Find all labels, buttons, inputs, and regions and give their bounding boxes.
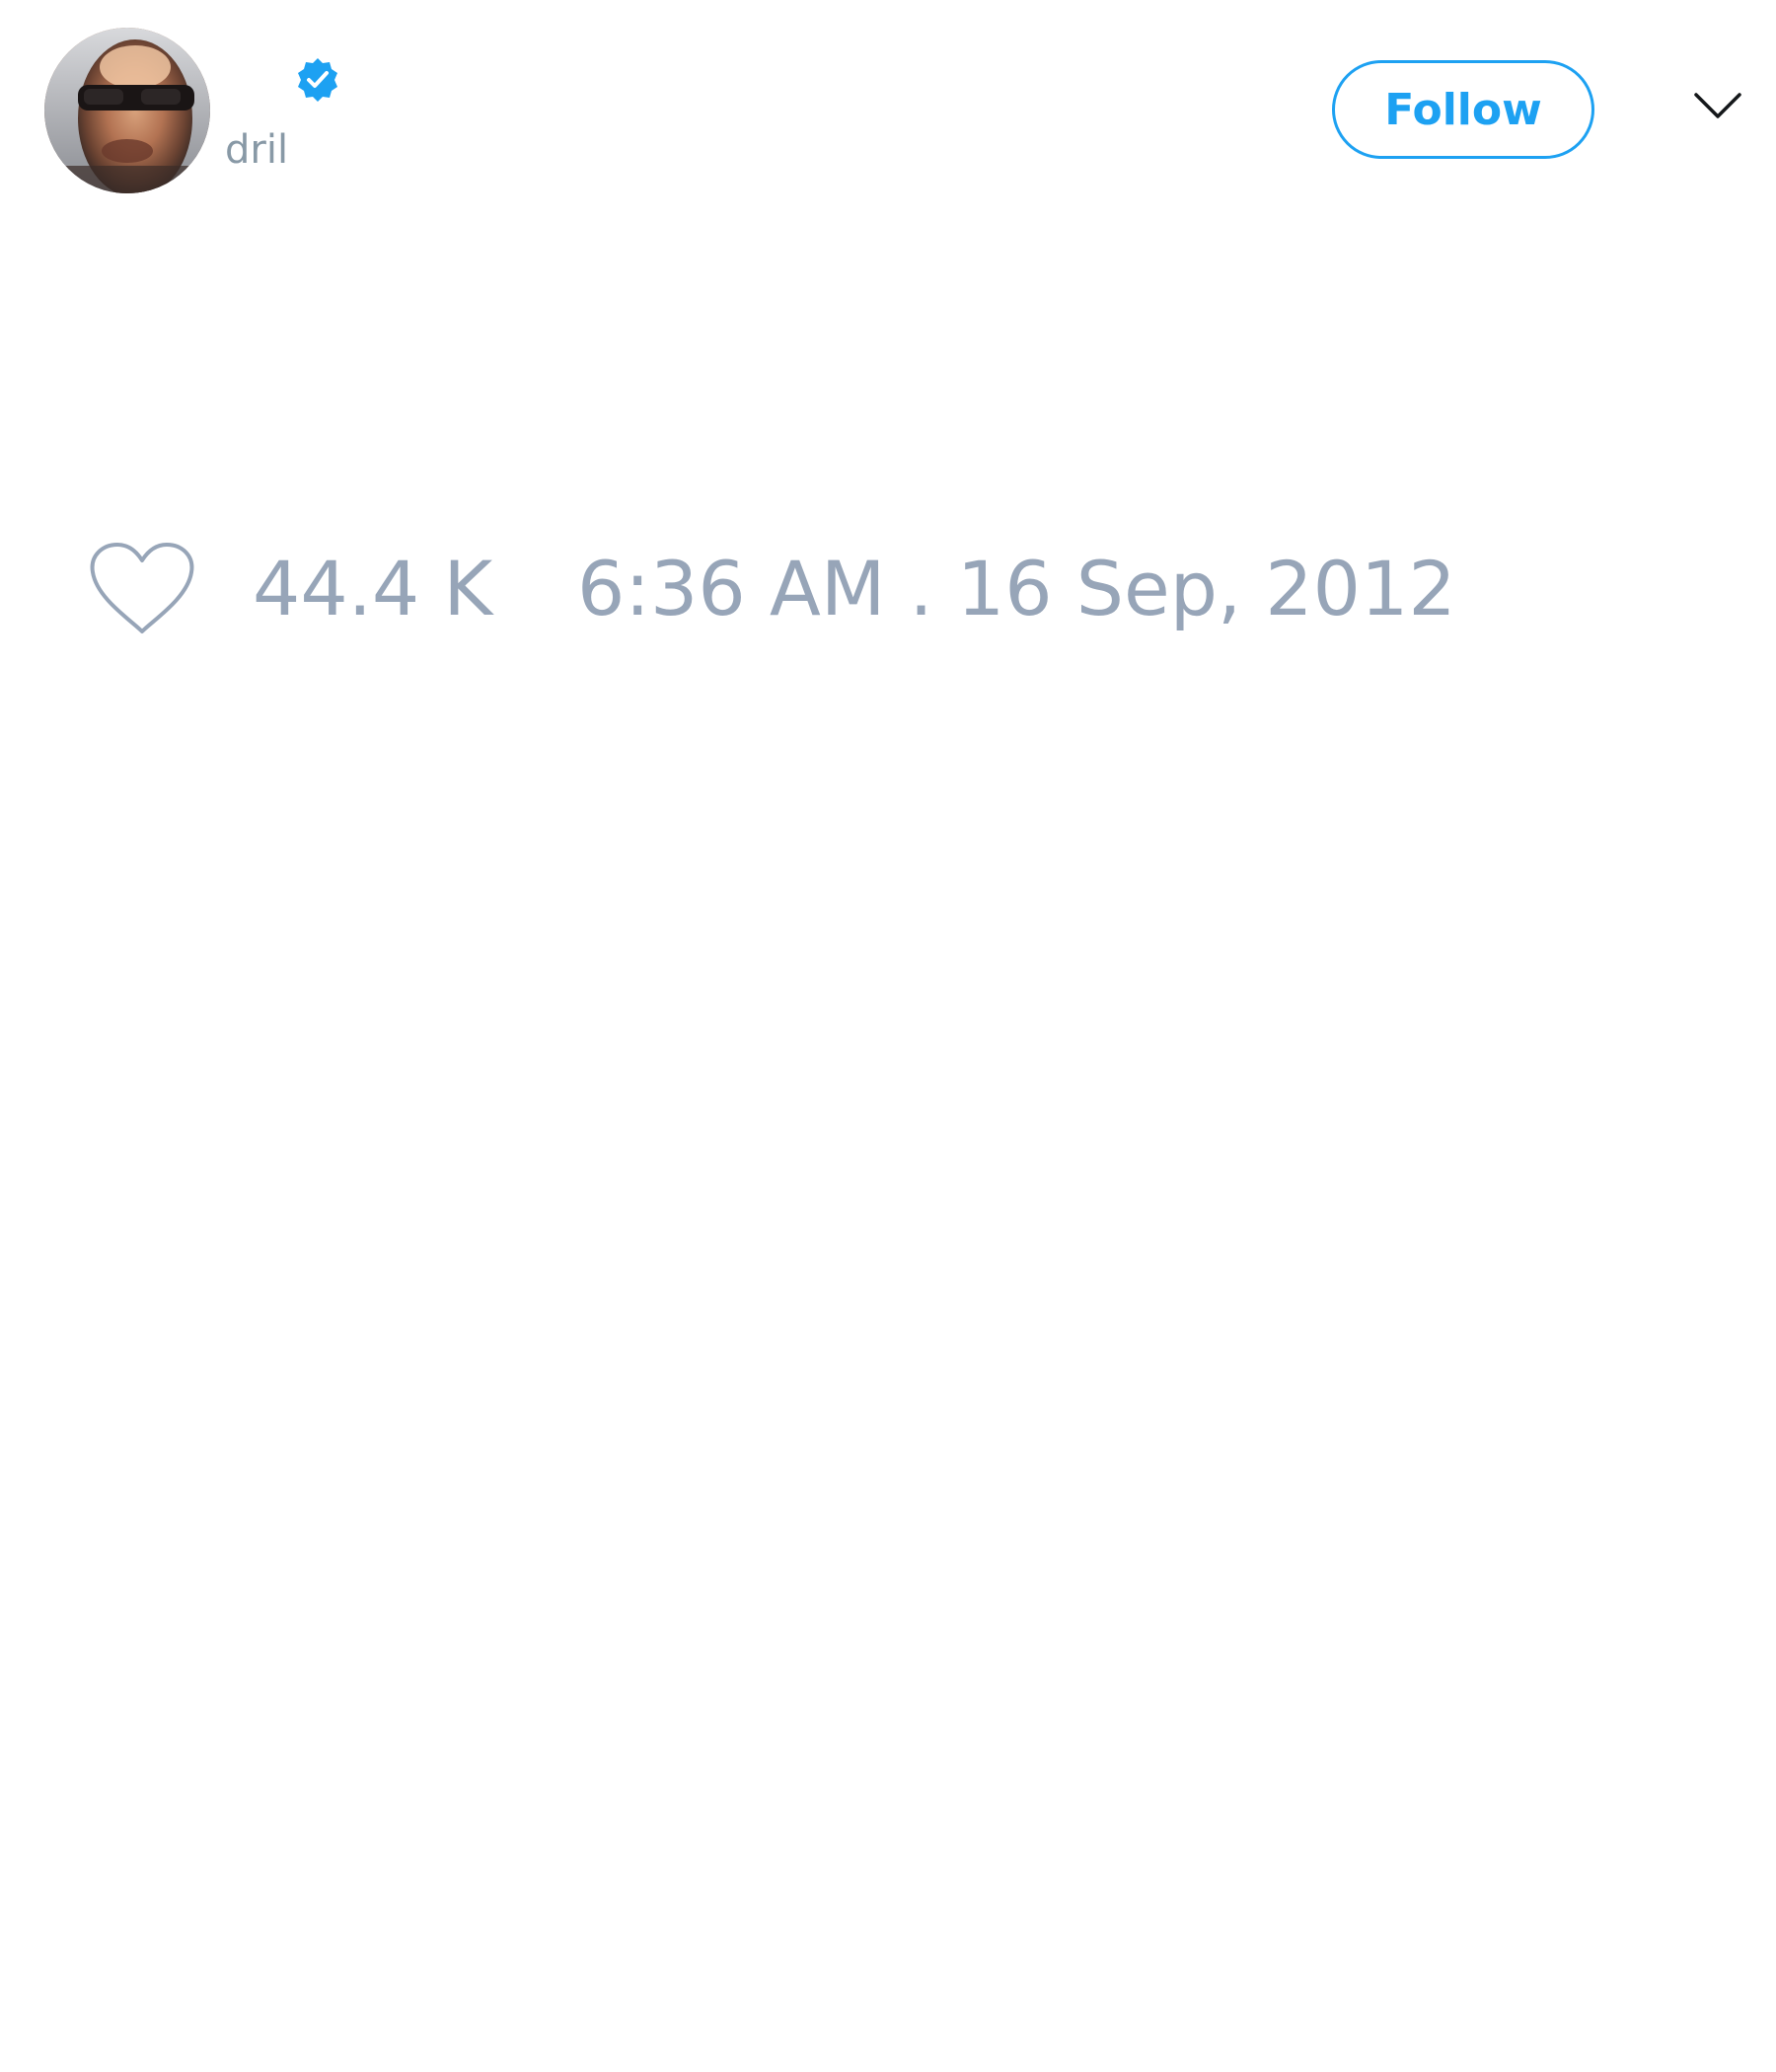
verified-badge-icon <box>298 58 337 102</box>
heart-icon[interactable] <box>87 541 197 639</box>
tweet-card: dril Follow 44.4 K 6:36 AM . 16 Sep, 201… <box>0 0 1776 2072</box>
tweet-timestamp[interactable]: 6:36 AM . 16 Sep, 2012 <box>577 548 1456 630</box>
avatar-image <box>44 28 210 193</box>
follow-button[interactable]: Follow <box>1332 60 1594 159</box>
author-handle[interactable]: dril <box>225 126 288 174</box>
chevron-down-icon[interactable] <box>1693 89 1742 122</box>
like-count: 44.4 K <box>253 545 493 632</box>
avatar[interactable] <box>44 28 210 193</box>
